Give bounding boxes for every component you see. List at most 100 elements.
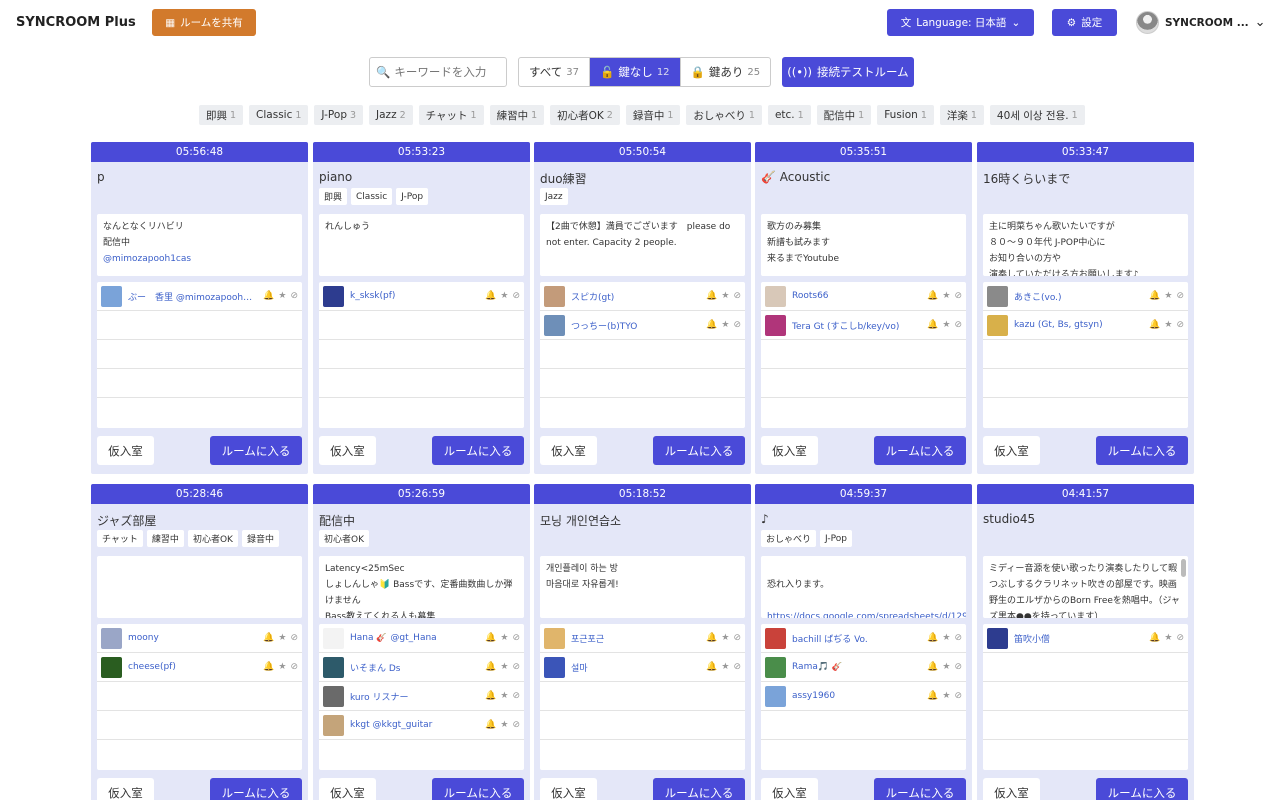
block-icon[interactable]: ⊘ [1176,320,1184,330]
bell-icon[interactable]: 🔔 [485,691,496,701]
bell-icon[interactable]: 🔔 [1149,291,1160,301]
member-name[interactable]: moony [128,633,257,643]
member-name[interactable]: Rama🎵 🎸 [792,662,921,672]
member-name[interactable]: 笛吹小僧 [1014,632,1143,645]
enter-room-button[interactable]: ルームに入る [210,436,302,465]
block-icon[interactable]: ⊘ [512,720,520,730]
wait-room-button[interactable]: 仮入室 [983,436,1040,465]
block-icon[interactable]: ⊘ [733,320,741,330]
user-menu[interactable]: SYNCROOM ... ⌄ [1136,9,1266,36]
bell-icon[interactable]: 🔔 [263,291,274,301]
tag-chip[interactable]: 配信中 1 [816,105,872,125]
star-icon[interactable]: ★ [942,662,950,672]
tag-chip[interactable]: Jazz 2 [369,105,413,125]
enter-room-button[interactable]: ルームに入る [653,778,745,800]
enter-room-button[interactable]: ルームに入る [1096,778,1188,800]
share-room-button[interactable]: ▦ ルームを共有 [152,9,256,36]
tag-chip[interactable]: 洋楽 1 [939,105,984,125]
member-name[interactable]: k_sksk(pf) [350,291,479,301]
tag-chip[interactable]: Classic 1 [249,105,309,125]
star-icon[interactable]: ★ [942,291,950,301]
language-button[interactable]: 文 Language: 日本語 ⌄ [887,9,1034,36]
bell-icon[interactable]: 🔔 [1149,320,1160,330]
block-icon[interactable]: ⊘ [954,691,962,701]
member-name[interactable]: assy1960 [792,691,921,701]
search-box[interactable]: 🔍 [369,57,507,87]
bell-icon[interactable]: 🔔 [263,662,274,672]
star-icon[interactable]: ★ [942,633,950,643]
member-name[interactable]: Tera Gt (すこしb/key/vo) [792,319,921,332]
block-icon[interactable]: ⊘ [954,633,962,643]
star-icon[interactable]: ★ [721,320,729,330]
block-icon[interactable]: ⊘ [1176,633,1184,643]
block-icon[interactable]: ⊘ [954,320,962,330]
bell-icon[interactable]: 🔔 [927,633,938,643]
bell-icon[interactable]: 🔔 [485,633,496,643]
tag-chip[interactable]: 40세 이상 전용. 1 [989,105,1085,125]
bell-icon[interactable]: 🔔 [1149,633,1160,643]
member-name[interactable]: 설마 [571,661,700,674]
block-icon[interactable]: ⊘ [512,691,520,701]
block-icon[interactable]: ⊘ [512,662,520,672]
member-name[interactable]: スピカ(gt) [571,290,700,303]
member-name[interactable]: つっちー(b)TYO [571,319,700,332]
star-icon[interactable]: ★ [1164,291,1172,301]
star-icon[interactable]: ★ [500,691,508,701]
enter-room-button[interactable]: ルームに入る [1096,436,1188,465]
bell-icon[interactable]: 🔔 [927,320,938,330]
filter-all[interactable]: すべて 37 [519,58,589,86]
member-name[interactable]: kuro リスナー [350,690,479,703]
filter-locked[interactable]: 🔒 鍵あり 25 [679,58,771,86]
bell-icon[interactable]: 🔔 [485,291,496,301]
tag-chip[interactable]: 即興 1 [199,105,244,125]
tag-chip[interactable]: チャット 1 [418,105,484,125]
star-icon[interactable]: ★ [1164,320,1172,330]
wait-room-button[interactable]: 仮入室 [540,436,597,465]
block-icon[interactable]: ⊘ [290,291,298,301]
tag-chip[interactable]: etc. 1 [767,105,811,125]
block-icon[interactable]: ⊘ [733,291,741,301]
block-icon[interactable]: ⊘ [1176,291,1184,301]
bell-icon[interactable]: 🔔 [485,720,496,730]
description-scrollbar[interactable] [1181,559,1186,577]
wait-room-button[interactable]: 仮入室 [319,436,376,465]
star-icon[interactable]: ★ [500,291,508,301]
star-icon[interactable]: ★ [721,662,729,672]
tag-chip[interactable]: おしゃべり 1 [686,105,762,125]
star-icon[interactable]: ★ [500,720,508,730]
tag-chip[interactable]: Fusion 1 [877,105,934,125]
search-input[interactable] [394,65,503,79]
filter-unlocked[interactable]: 🔓 鍵なし 12 [588,58,680,86]
bell-icon[interactable]: 🔔 [706,291,717,301]
block-icon[interactable]: ⊘ [512,633,520,643]
test-room-button[interactable]: ((•)) 接続テストルーム [782,57,914,87]
bell-icon[interactable]: 🔔 [263,633,274,643]
member-name[interactable]: kkgt @kkgt_guitar [350,720,479,730]
bell-icon[interactable]: 🔔 [927,691,938,701]
wait-room-button[interactable]: 仮入室 [97,436,154,465]
settings-button[interactable]: ⚙ 設定 [1052,9,1117,36]
enter-room-button[interactable]: ルームに入る [432,436,524,465]
star-icon[interactable]: ★ [1164,633,1172,643]
bell-icon[interactable]: 🔔 [485,662,496,672]
wait-room-button[interactable]: 仮入室 [319,778,376,800]
member-name[interactable]: いそまん Ds [350,661,479,674]
block-icon[interactable]: ⊘ [290,662,298,672]
enter-room-button[interactable]: ルームに入る [874,436,966,465]
member-name[interactable]: cheese(pf) [128,662,257,672]
bell-icon[interactable]: 🔔 [927,291,938,301]
star-icon[interactable]: ★ [278,662,286,672]
wait-room-button[interactable]: 仮入室 [761,778,818,800]
block-icon[interactable]: ⊘ [512,291,520,301]
description-link[interactable]: https://docs.google.com/spreadsheets/d/1… [767,609,966,618]
member-name[interactable]: ぶー 香里 @mimozapooh1cas [128,290,257,303]
block-icon[interactable]: ⊘ [290,633,298,643]
star-icon[interactable]: ★ [278,291,286,301]
star-icon[interactable]: ★ [278,633,286,643]
enter-room-button[interactable]: ルームに入る [874,778,966,800]
member-name[interactable]: あきこ(vo.) [1014,290,1143,303]
star-icon[interactable]: ★ [721,291,729,301]
star-icon[interactable]: ★ [721,633,729,643]
star-icon[interactable]: ★ [942,691,950,701]
tag-chip[interactable]: 初心者OK 2 [550,105,620,125]
